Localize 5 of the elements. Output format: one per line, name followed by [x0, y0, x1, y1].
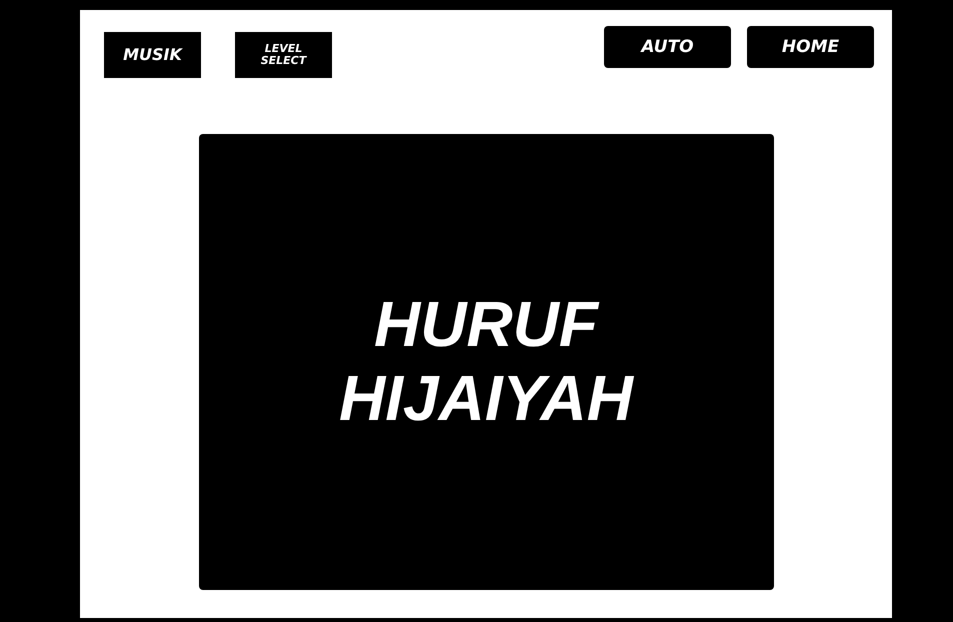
- menu-button[interactable]: MUSIK: [104, 32, 201, 78]
- menu-button[interactable]: LEVEL SELECT: [235, 32, 332, 78]
- title-text: HURUF HIJAIYAH: [338, 288, 635, 436]
- menu-button[interactable]: HOME: [747, 26, 874, 68]
- menu-button[interactable]: AUTO: [604, 26, 731, 68]
